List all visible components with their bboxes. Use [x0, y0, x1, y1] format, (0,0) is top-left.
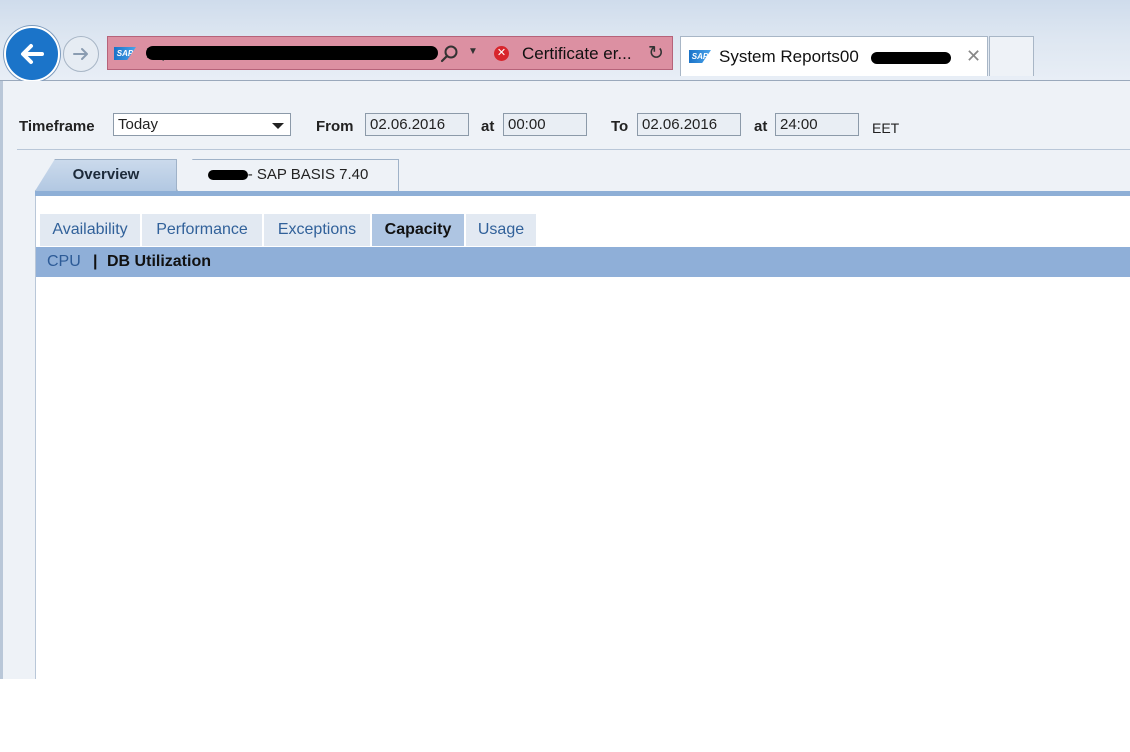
refresh-icon[interactable]: ↻ [648, 42, 664, 65]
tab-overview[interactable]: Overview [35, 159, 177, 191]
redaction-mark [207, 170, 248, 181]
divider [17, 149, 1130, 150]
chevron-down-icon[interactable] [272, 123, 284, 129]
sap-logo-icon: SAP [689, 50, 711, 63]
certificate-error-icon[interactable]: ✕ [494, 46, 509, 61]
back-button[interactable] [4, 26, 60, 82]
to-date-field[interactable]: 02.06.2016 [637, 113, 741, 136]
to-time-field[interactable]: 24:00 [775, 113, 859, 136]
subtab-availability[interactable]: Availability [40, 214, 140, 246]
main-tabs: Overview - SAP BASIS 7.40 [35, 159, 1130, 193]
close-icon[interactable]: ✕ [966, 46, 981, 67]
dropdown-icon[interactable]: ▼ [468, 46, 478, 57]
from-time-field[interactable]: 00:00 [503, 113, 587, 136]
tab-system[interactable]: - SAP BASIS 7.40 [177, 159, 399, 191]
to-at-label: at [754, 118, 768, 135]
back-arrow-icon [21, 44, 44, 64]
timeframe-value: Today [118, 116, 159, 133]
browser-toolbar: SAP https://... ▼ ✕ Certificate er... ↻ … [0, 0, 1130, 82]
subtab-capacity[interactable]: Capacity [372, 214, 464, 246]
to-label: To [611, 118, 629, 135]
view-separator: | [93, 253, 98, 270]
from-at-label: at [481, 118, 495, 135]
subtab-usage[interactable]: Usage [466, 214, 536, 246]
db-utilization-link[interactable]: DB Utilization [107, 247, 211, 277]
forward-button[interactable] [63, 36, 99, 72]
subtab-exceptions[interactable]: Exceptions [264, 214, 370, 246]
forward-arrow-icon [73, 48, 88, 60]
tab-system-label: - SAP BASIS 7.40 [247, 166, 369, 183]
address-bar[interactable]: SAP https://... ▼ ✕ Certificate er... ↻ [107, 36, 673, 70]
from-date-field[interactable]: 02.06.2016 [365, 113, 469, 136]
certificate-error-label[interactable]: Certificate er... [522, 44, 632, 64]
redaction-mark [871, 52, 951, 64]
timezone-label: EET [872, 120, 900, 136]
timeframe-select[interactable]: Today [113, 113, 291, 136]
browser-tab-title: System Reports00 [719, 47, 859, 66]
sap-logo-icon: SAP [114, 47, 136, 60]
from-label: From [316, 118, 354, 135]
report-content: Availability Performance Exceptions Capa… [35, 196, 1130, 679]
search-icon[interactable] [440, 44, 460, 64]
browser-tab[interactable]: SAP System Reports00 ✕ [680, 36, 988, 76]
timeframe-label: Timeframe [19, 118, 95, 135]
new-tab-button[interactable] [989, 36, 1034, 76]
sap-report-page: Timeframe Today From 02.06.2016 at 00:00… [0, 81, 1130, 679]
subtab-performance[interactable]: Performance [142, 214, 262, 246]
cpu-link[interactable]: CPU [47, 247, 81, 277]
timeframe-filter: Timeframe Today From 02.06.2016 at 00:00… [17, 113, 1127, 137]
capacity-view-bar: CPU | DB Utilization [36, 247, 1130, 277]
redaction-mark [146, 46, 438, 60]
